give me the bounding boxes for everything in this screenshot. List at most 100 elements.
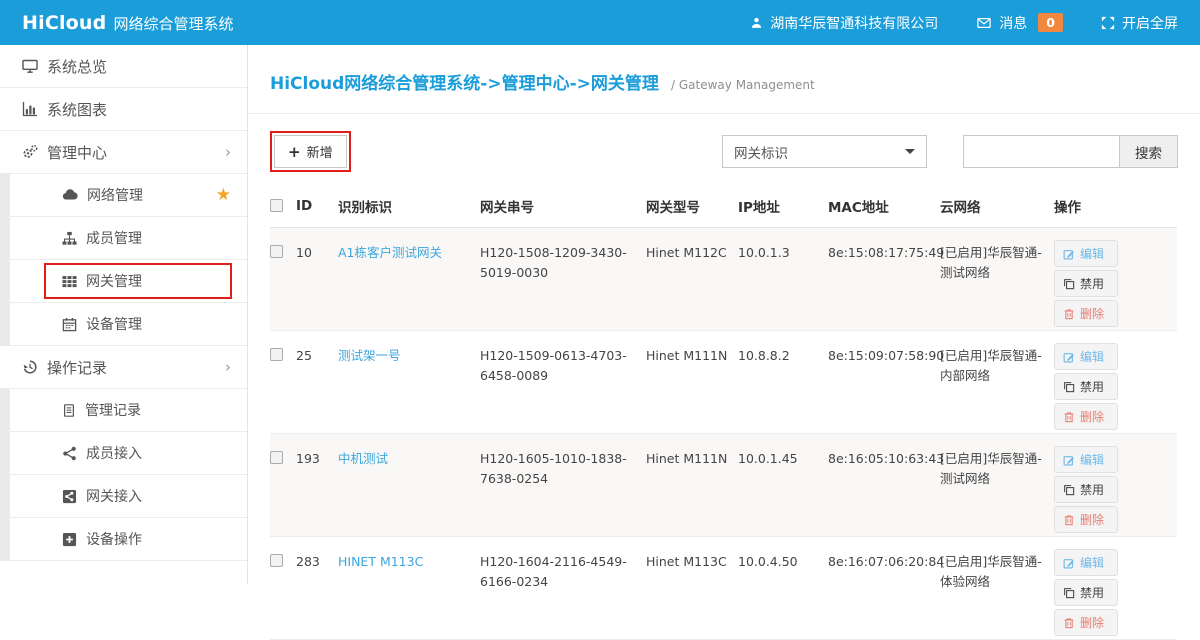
- cell-ip: 10.0.4.50: [738, 537, 828, 640]
- toolbar: + 新增 网关标识 搜索: [270, 131, 1178, 172]
- chevron-right-icon: ›: [225, 145, 231, 160]
- col-header-ops: 操作: [1054, 185, 1177, 228]
- messages-label: 消息: [999, 13, 1027, 33]
- sidebar-item-label: 设备操作: [86, 529, 142, 549]
- trash-icon: [1063, 514, 1075, 526]
- edit-icon: [1063, 557, 1075, 569]
- sidebar-item-label: 系统图表: [47, 99, 107, 120]
- cell-mac: 8e:15:08:17:75:49: [828, 228, 940, 331]
- gateway-name-link[interactable]: 测试架一号: [338, 348, 401, 363]
- trash-icon: [1063, 411, 1075, 423]
- sidebar-item-device-management[interactable]: 设备管理: [0, 303, 247, 346]
- fullscreen-toggle[interactable]: 开启全屏: [1101, 13, 1178, 33]
- col-header-cloud: 云网络: [940, 185, 1054, 228]
- sidebar-item-system-charts[interactable]: 系统图表: [0, 88, 247, 131]
- sidebar-item-member-management[interactable]: 成员管理: [0, 217, 247, 260]
- cell-id: 193: [296, 434, 338, 537]
- col-header-name: 识别标识: [338, 185, 480, 228]
- search-group: 搜索: [963, 135, 1178, 168]
- add-button[interactable]: + 新增: [274, 135, 347, 168]
- page-subtitle: / Gateway Management: [671, 78, 815, 92]
- edit-button[interactable]: 编辑: [1054, 240, 1118, 267]
- cell-mac: 8e:15:09:07:58:90: [828, 331, 940, 434]
- sidebar-item-gateway-management[interactable]: 网关管理: [0, 260, 247, 303]
- app-logo-text: 网络综合管理系统: [113, 13, 233, 34]
- sidebar-item-gateway-access[interactable]: 网关接入: [0, 475, 247, 518]
- favorite-star-icon[interactable]: ★: [216, 187, 231, 204]
- row-checkbox[interactable]: [270, 554, 283, 567]
- row-checkbox[interactable]: [270, 348, 283, 361]
- cell-ip: 10.0.1.3: [738, 228, 828, 331]
- table-row: 193 中机测试 H120-1605-1010-1838-7638-0254 H…: [270, 434, 1177, 537]
- cell-model: Hinet M112C: [646, 228, 738, 331]
- top-bar: HiCloud 网络综合管理系统 湖南华辰智通科技有限公司 消息 0 开启全屏: [0, 0, 1200, 45]
- delete-button[interactable]: 删除: [1054, 506, 1118, 533]
- cloud-icon: [62, 187, 78, 203]
- messages-menu[interactable]: 消息 0: [976, 13, 1063, 33]
- sidebar-item-label: 网络管理: [87, 185, 143, 205]
- cell-mac: 8e:16:07:06:20:84: [828, 537, 940, 640]
- sidebar-item-system-overview[interactable]: 系统总览: [0, 45, 247, 88]
- file-text-icon: [62, 403, 76, 418]
- cell-cloud: [已启用]华辰智通-测试网络: [940, 434, 1054, 537]
- gateway-name-link[interactable]: HINET M113C: [338, 554, 423, 569]
- disable-button[interactable]: 禁用: [1054, 270, 1118, 297]
- cell-id: 10: [296, 228, 338, 331]
- cell-model: Hinet M111N: [646, 331, 738, 434]
- table-row: 283 HINET M113C H120-1604-2116-4549-6166…: [270, 537, 1177, 640]
- sidebar-item-operation-records[interactable]: 操作记录 ›: [0, 346, 247, 389]
- messages-badge: 0: [1038, 13, 1063, 32]
- col-header-id: ID: [296, 185, 338, 228]
- cell-id: 25: [296, 331, 338, 434]
- gateway-name-link[interactable]: A1栋客户测试网关: [338, 245, 442, 260]
- clone-icon: [1063, 484, 1075, 496]
- annotation-box-add-button: + 新增: [270, 131, 351, 172]
- cell-model: Hinet M113C: [646, 537, 738, 640]
- sidebar-item-label: 成员管理: [86, 228, 142, 248]
- delete-button[interactable]: 删除: [1054, 403, 1118, 430]
- edit-icon: [1063, 351, 1075, 363]
- gateway-name-link[interactable]: 中机测试: [338, 451, 388, 466]
- col-header-model: 网关型号: [646, 185, 738, 228]
- cell-cloud: [已启用]华辰智通-测试网络: [940, 228, 1054, 331]
- row-checkbox[interactable]: [270, 245, 283, 258]
- sidebar-item-device-operations[interactable]: 设备操作: [0, 518, 247, 561]
- app-logo: HiCloud 网络综合管理系统: [22, 12, 233, 34]
- disable-button[interactable]: 禁用: [1054, 373, 1118, 400]
- trash-icon: [1063, 308, 1075, 320]
- company-menu[interactable]: 湖南华辰智通科技有限公司: [750, 13, 938, 33]
- sidebar-item-network-management[interactable]: 网络管理 ★: [0, 174, 247, 217]
- disable-button[interactable]: 禁用: [1054, 476, 1118, 503]
- gears-icon: [22, 144, 38, 160]
- filter-select[interactable]: 网关标识: [722, 135, 927, 168]
- delete-button[interactable]: 删除: [1054, 300, 1118, 327]
- select-all-checkbox[interactable]: [270, 199, 283, 212]
- cell-cloud: [已启用]华辰智通-内部网络: [940, 331, 1054, 434]
- cell-serial: H120-1508-1209-3430-5019-0030: [480, 228, 646, 331]
- disable-button[interactable]: 禁用: [1054, 579, 1118, 606]
- sidebar-item-member-access[interactable]: 成员接入: [0, 432, 247, 475]
- delete-button[interactable]: 删除: [1054, 609, 1118, 636]
- cell-serial: H120-1605-1010-1838-7638-0254: [480, 434, 646, 537]
- sidebar-item-label: 网关管理: [86, 271, 142, 291]
- edit-button[interactable]: 编辑: [1054, 446, 1118, 473]
- table-header-row: ID 识别标识 网关串号 网关型号 IP地址 MAC地址 云网络 操作: [270, 185, 1177, 228]
- sidebar-item-management-records[interactable]: 管理记录: [0, 389, 247, 432]
- sidebar-item-management-center[interactable]: 管理中心 ›: [0, 131, 247, 174]
- row-checkbox[interactable]: [270, 451, 283, 464]
- user-icon: [750, 16, 763, 30]
- table-row: 10 A1栋客户测试网关 H120-1508-1209-3430-5019-00…: [270, 228, 1177, 331]
- clone-icon: [1063, 587, 1075, 599]
- sidebar-item-label: 网关接入: [86, 486, 142, 506]
- search-button[interactable]: 搜索: [1119, 135, 1178, 168]
- edit-button[interactable]: 编辑: [1054, 549, 1118, 576]
- envelope-icon: [976, 16, 992, 30]
- edit-button[interactable]: 编辑: [1054, 343, 1118, 370]
- chevron-right-icon: ›: [225, 360, 231, 375]
- cell-serial: H120-1604-2116-4549-6166-0234: [480, 537, 646, 640]
- search-input[interactable]: [963, 135, 1119, 168]
- fullscreen-label: 开启全屏: [1122, 13, 1178, 33]
- company-name: 湖南华辰智通科技有限公司: [770, 13, 938, 33]
- table-row: 25 测试架一号 H120-1509-0613-4703-6458-0089 H…: [270, 331, 1177, 434]
- share-square-icon: [62, 489, 77, 504]
